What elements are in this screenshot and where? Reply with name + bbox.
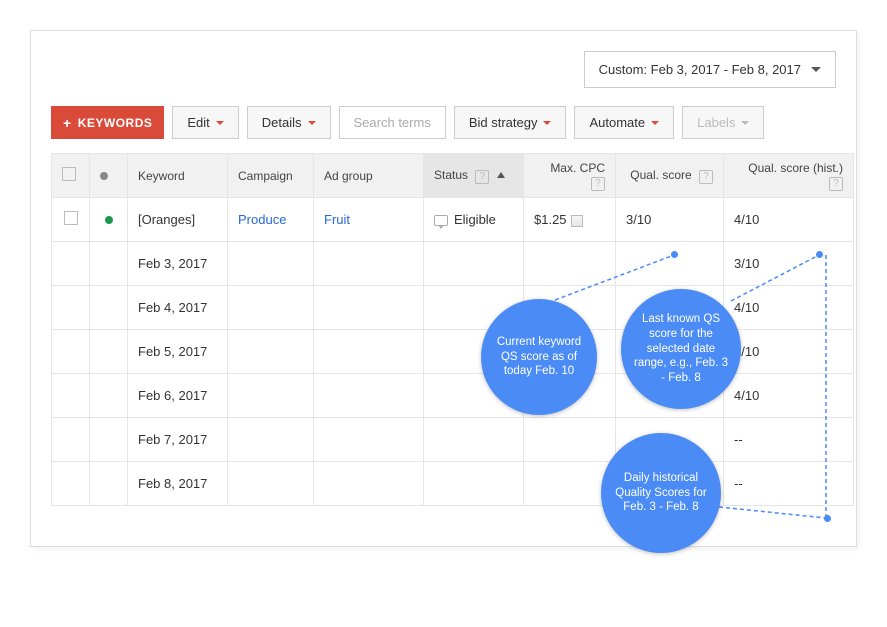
help-icon[interactable]: ? — [699, 170, 713, 184]
ad-group-link[interactable]: Fruit — [324, 212, 350, 227]
header-status[interactable]: Status ? — [424, 154, 524, 198]
cell-date: Feb 8, 2017 — [128, 462, 228, 506]
table-row[interactable]: [Oranges] Produce Fruit Eligible$1.253/104/… — [52, 198, 854, 242]
checkbox-icon — [62, 167, 76, 181]
status-dot-icon — [100, 172, 108, 180]
date-range-label: Custom: Feb 3, 2017 - Feb 8, 2017 — [599, 62, 801, 77]
table-row: Feb 6, 2017 4/10 — [52, 374, 854, 418]
chevron-down-icon — [651, 121, 659, 125]
header-qual-score-hist[interactable]: Qual. score (hist.) ? — [724, 154, 854, 198]
table-row: Feb 3, 2017 3/10 — [52, 242, 854, 286]
chevron-down-icon — [216, 121, 224, 125]
search-terms-input[interactable]: Search terms — [339, 106, 446, 139]
header-checkbox[interactable] — [52, 154, 90, 198]
annotation-dot — [824, 515, 831, 522]
cell-date: Feb 3, 2017 — [128, 242, 228, 286]
cell-date: Feb 4, 2017 — [128, 286, 228, 330]
cell-date: Feb 6, 2017 — [128, 374, 228, 418]
annotation-dot — [671, 251, 678, 258]
cell-status: Eligible — [424, 198, 524, 242]
details-label: Details — [262, 115, 302, 130]
header-keyword[interactable]: Keyword — [128, 154, 228, 198]
table-row: Feb 8, 2017 -- — [52, 462, 854, 506]
status-dot-icon — [105, 216, 113, 224]
annotation-dot — [816, 251, 823, 258]
add-keywords-label: KEYWORDS — [78, 116, 153, 130]
table-header: Keyword Campaign Ad group Status ? Max. … — [52, 154, 854, 198]
header-max-cpc[interactable]: Max. CPC ? — [524, 154, 616, 198]
cell-qual-score-hist: 4/10 — [724, 330, 854, 374]
chevron-down-icon — [741, 121, 749, 125]
cell-date: Feb 5, 2017 — [128, 330, 228, 374]
details-menu[interactable]: Details — [247, 106, 331, 139]
automate-label: Automate — [589, 115, 645, 130]
cell-qual-score-hist: -- — [724, 462, 854, 506]
edit-label: Edit — [187, 115, 209, 130]
search-terms-placeholder: Search terms — [354, 115, 431, 130]
campaign-link[interactable]: Produce — [238, 212, 286, 227]
bid-strategy-menu[interactable]: Bid strategy — [454, 106, 567, 139]
annotation-current-qs: Current keyword QS score as of today Feb… — [481, 299, 597, 415]
table-row: Feb 7, 2017 -- — [52, 418, 854, 462]
labels-menu[interactable]: Labels — [682, 106, 764, 139]
edit-menu[interactable]: Edit — [172, 106, 238, 139]
header-status-dot[interactable] — [90, 154, 128, 198]
annotation-daily-hist: Daily historical Quality Scores for Feb.… — [601, 433, 721, 553]
sort-ascending-icon — [497, 172, 505, 178]
top-bar: Custom: Feb 3, 2017 - Feb 8, 2017 — [51, 51, 836, 88]
chevron-down-icon — [543, 121, 551, 125]
help-icon[interactable]: ? — [829, 177, 843, 191]
cell-max-cpc[interactable]: $1.25 — [524, 198, 616, 242]
header-qual-score[interactable]: Qual. score ? — [616, 154, 724, 198]
cell-qual-score: 3/10 — [616, 198, 724, 242]
add-keywords-button[interactable]: + KEYWORDS — [51, 106, 164, 139]
cell-qual-score-hist: 4/10 — [724, 198, 854, 242]
app-frame: Custom: Feb 3, 2017 - Feb 8, 2017 + KEYW… — [30, 30, 857, 547]
header-campaign[interactable]: Campaign — [228, 154, 314, 198]
date-range-picker[interactable]: Custom: Feb 3, 2017 - Feb 8, 2017 — [584, 51, 836, 88]
cell-qual-score-hist: 4/10 — [724, 374, 854, 418]
automate-menu[interactable]: Automate — [574, 106, 674, 139]
cell-qual-score-hist: 4/10 — [724, 286, 854, 330]
help-icon[interactable]: ? — [475, 170, 489, 184]
checkbox-icon[interactable] — [64, 211, 78, 225]
cell-qual-score-hist: 3/10 — [724, 242, 854, 286]
bid-strategy-label: Bid strategy — [469, 115, 538, 130]
labels-label: Labels — [697, 115, 735, 130]
annotation-last-known: Last known QS score for the selected dat… — [621, 289, 741, 409]
plus-icon: + — [63, 115, 72, 131]
cell-date: Feb 7, 2017 — [128, 418, 228, 462]
cell-qual-score-hist: -- — [724, 418, 854, 462]
speech-bubble-icon — [434, 215, 448, 226]
chevron-down-icon — [811, 67, 821, 72]
cell-keyword: [Oranges] — [128, 198, 228, 242]
help-icon[interactable]: ? — [591, 177, 605, 191]
edit-icon[interactable] — [571, 215, 583, 227]
toolbar: + KEYWORDS Edit Details Search terms Bid… — [51, 106, 836, 139]
header-ad-group[interactable]: Ad group — [314, 154, 424, 198]
chevron-down-icon — [308, 121, 316, 125]
